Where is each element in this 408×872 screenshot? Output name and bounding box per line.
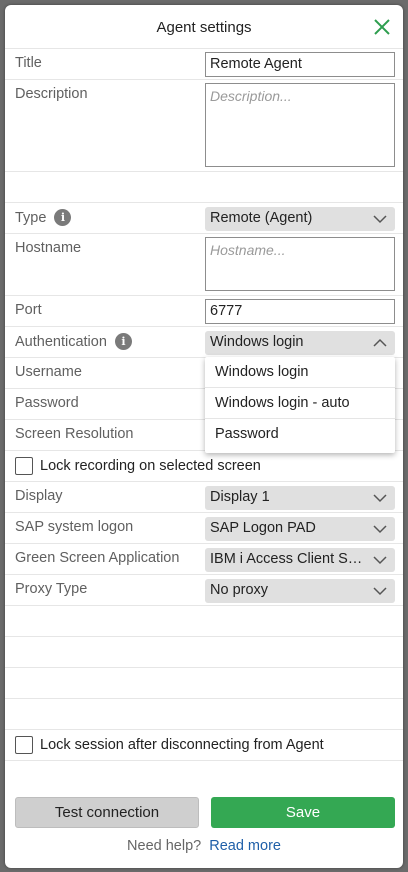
row-spacer-5 (5, 698, 403, 729)
authentication-label-wrap: Authentication i (15, 333, 132, 350)
port-input[interactable]: 6777 (205, 299, 395, 324)
description-label: Description (15, 86, 88, 102)
info-icon[interactable]: i (114, 333, 132, 350)
title-label: Title (15, 55, 42, 71)
close-icon[interactable] (372, 17, 392, 37)
lock-recording-checkbox[interactable] (15, 457, 33, 475)
row-spacer-3 (5, 636, 403, 667)
help-text: Need help? Read more (5, 838, 403, 854)
row-description: Description Description... (5, 79, 403, 171)
password-label: Password (15, 395, 79, 411)
row-port: Port 6777 (5, 295, 403, 326)
dropdown-option[interactable]: Password (205, 419, 395, 450)
row-type: Type i Remote (Agent) (5, 202, 403, 233)
proxy-select[interactable]: No proxy (205, 579, 395, 603)
row-proxy-type: Proxy Type No proxy (5, 574, 403, 605)
type-label: Type (15, 209, 47, 226)
display-select[interactable]: Display 1 (205, 486, 395, 510)
row-sap-logon: SAP system logon SAP Logon PAD (5, 512, 403, 543)
proxy-value: No proxy (210, 582, 269, 598)
row-spacer-2 (5, 605, 403, 636)
row-lock-session: Lock session after disconnecting from Ag… (5, 729, 403, 760)
dialog-title: Agent settings (156, 18, 252, 36)
lock-session-checkbox[interactable] (15, 736, 33, 754)
authentication-label: Authentication (15, 333, 107, 350)
row-authentication: Authentication i Windows login (5, 326, 403, 357)
row-lock-recording: Lock recording on selected screen (5, 450, 403, 481)
type-label-wrap: Type i (15, 209, 72, 226)
dialog-header: Agent settings (5, 5, 403, 49)
help-prompt: Need help? (127, 838, 202, 854)
title-input[interactable]: Remote Agent (205, 52, 395, 77)
row-title: Title Remote Agent (5, 48, 403, 79)
hostname-textarea[interactable]: Hostname... (205, 237, 395, 291)
display-value: Display 1 (210, 489, 270, 505)
chevron-down-icon (373, 215, 387, 224)
save-button[interactable]: Save (211, 797, 395, 828)
row-display: Display Display 1 (5, 481, 403, 512)
sap-label: SAP system logon (15, 519, 134, 535)
test-connection-button[interactable]: Test connection (15, 797, 199, 828)
authentication-select[interactable]: Windows login (205, 331, 395, 355)
green-screen-label: Green Screen Application (15, 550, 180, 566)
hostname-label: Hostname (15, 240, 82, 256)
chevron-down-icon (373, 587, 387, 596)
username-label: Username (15, 364, 82, 380)
agent-settings-dialog: Agent settings Title Remote Agent Descri… (5, 5, 403, 868)
green-screen-select[interactable]: IBM i Access Client Sol… (205, 548, 395, 572)
screen-resolution-label: Screen Resolution (15, 426, 134, 442)
chevron-down-icon (373, 556, 387, 565)
authentication-dropdown: Windows login Windows login - auto Passw… (205, 357, 395, 453)
chevron-down-icon (373, 494, 387, 503)
description-textarea[interactable]: Description... (205, 83, 395, 167)
chevron-down-icon (373, 525, 387, 534)
row-spacer-4 (5, 667, 403, 698)
green-screen-value: IBM i Access Client Sol… (210, 551, 374, 567)
row-spacer-1 (5, 171, 403, 202)
port-label: Port (15, 302, 42, 318)
read-more-link[interactable]: Read more (209, 838, 281, 854)
dropdown-option[interactable]: Windows login (205, 357, 395, 388)
authentication-value: Windows login (210, 334, 304, 350)
type-value: Remote (Agent) (210, 210, 313, 226)
type-select[interactable]: Remote (Agent) (205, 207, 395, 231)
row-green-screen: Green Screen Application IBM i Access Cl… (5, 543, 403, 574)
row-hostname: Hostname Hostname... (5, 233, 403, 295)
lock-recording-label: Lock recording on selected screen (40, 458, 261, 474)
info-icon[interactable]: i (54, 209, 72, 226)
lock-session-checkbox-row[interactable]: Lock session after disconnecting from Ag… (15, 736, 324, 754)
proxy-label: Proxy Type (15, 581, 88, 597)
lock-session-label: Lock session after disconnecting from Ag… (40, 737, 324, 753)
dropdown-option[interactable]: Windows login - auto (205, 388, 395, 419)
lock-recording-checkbox-row[interactable]: Lock recording on selected screen (15, 457, 261, 475)
display-label: Display (15, 488, 63, 504)
sap-value: SAP Logon PAD (210, 520, 316, 536)
sap-select[interactable]: SAP Logon PAD (205, 517, 395, 541)
row-spacer-6 (5, 760, 403, 791)
chevron-up-icon (373, 338, 387, 347)
